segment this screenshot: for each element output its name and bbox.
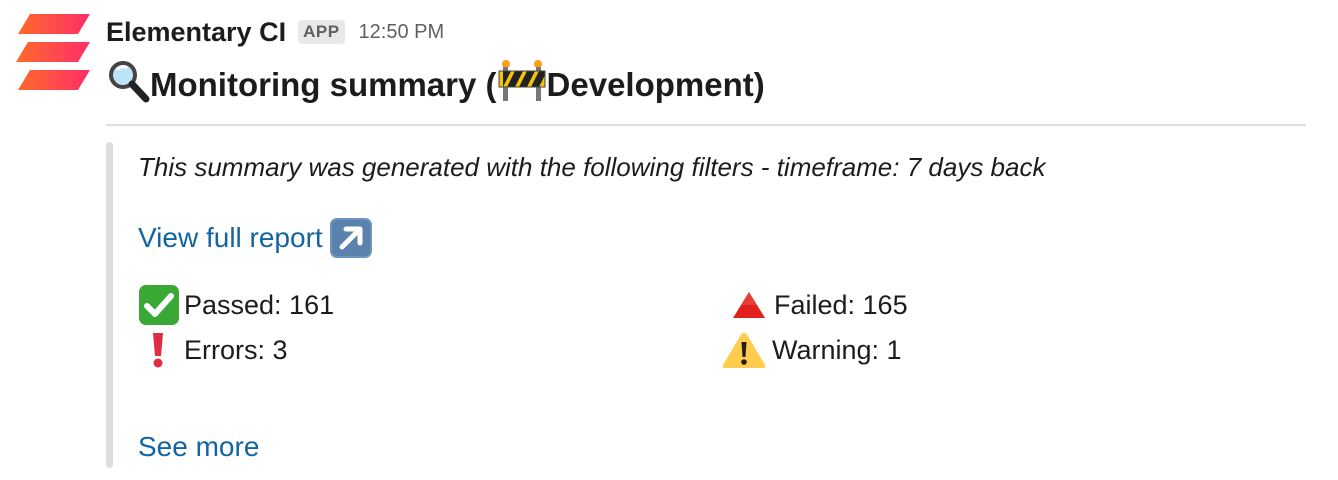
red-triangle-icon: [724, 285, 774, 325]
warning-sign-icon: [720, 330, 772, 370]
check-mark-button-icon: [138, 285, 184, 325]
message-timestamp[interactable]: 12:50 PM: [359, 21, 445, 44]
stat-warning: Warning: 1: [720, 330, 902, 370]
view-full-report-link[interactable]: View full report: [138, 216, 373, 260]
slack-message: Elementary CI APP 12:50 PM Monitoring su…: [0, 0, 1338, 480]
message-header: Elementary CI APP 12:50 PM: [106, 14, 444, 50]
magnifying-glass-icon: [106, 59, 150, 111]
sender-name[interactable]: Elementary CI: [106, 17, 286, 48]
stat-failed-label: Failed: 165: [774, 289, 908, 320]
stat-errors-label: Errors: 3: [184, 334, 288, 365]
view-full-report-label[interactable]: View full report: [138, 222, 323, 254]
stat-passed-label: Passed: 161: [184, 289, 335, 320]
see-more-link[interactable]: See more: [138, 431, 259, 463]
page-title: Monitoring summary ( Development): [106, 59, 765, 111]
filters-text: This summary was generated with the foll…: [138, 152, 1046, 182]
attachment-bar: [106, 142, 113, 468]
elementary-logo-icon[interactable]: [16, 14, 90, 90]
title-text-suffix: Development): [546, 66, 765, 103]
stat-passed: Passed: 161: [138, 285, 334, 325]
stat-errors: Errors: 3: [138, 330, 288, 370]
exclamation-mark-icon: [138, 330, 178, 370]
arrow-up-right-icon: [329, 218, 373, 258]
stat-failed: Failed: 165: [724, 285, 908, 325]
section-divider: [106, 124, 1306, 126]
app-badge: APP: [298, 20, 345, 44]
construction-barrier-icon: [497, 59, 547, 111]
title-text-prefix: Monitoring summary (: [150, 66, 497, 103]
stat-warning-label: Warning: 1: [772, 334, 902, 365]
